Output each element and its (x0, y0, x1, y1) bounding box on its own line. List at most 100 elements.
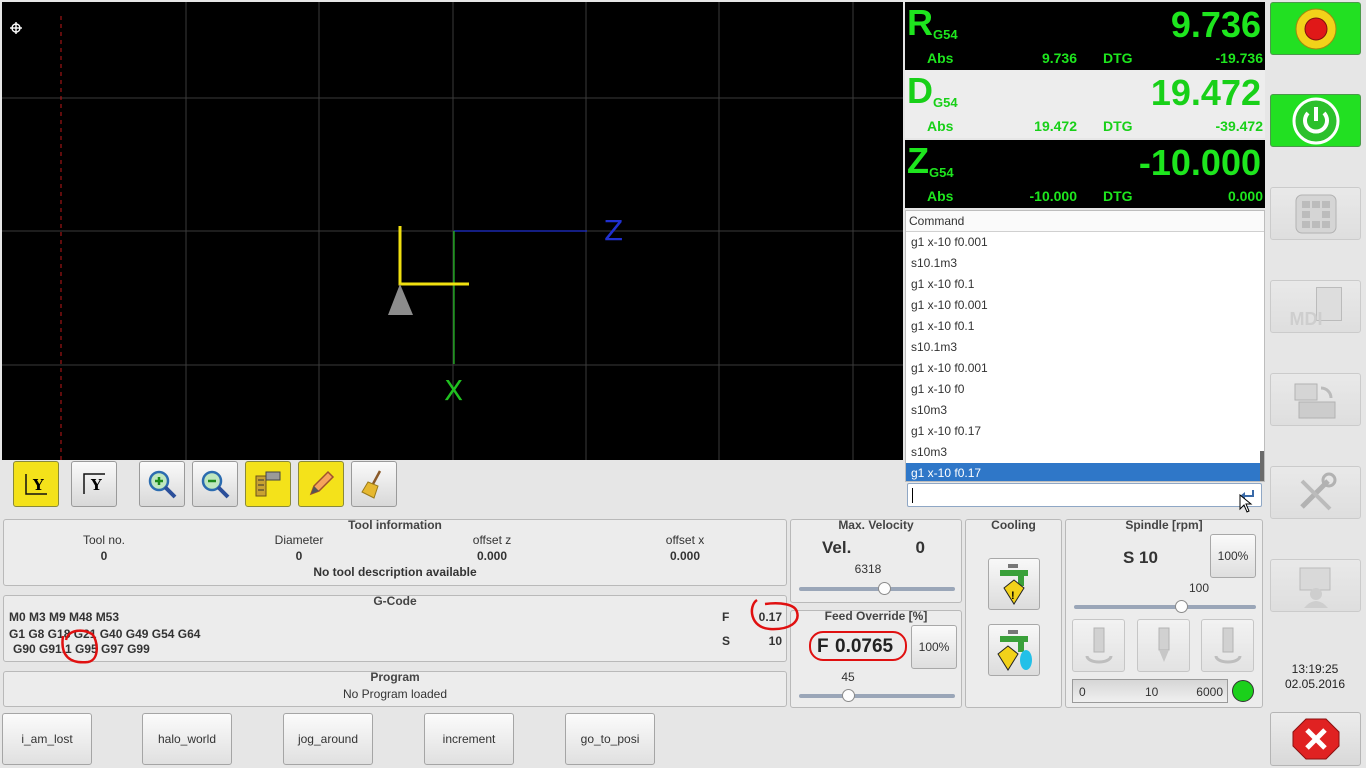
macro-button-4[interactable]: increment (424, 713, 514, 765)
vel-max-value: 6318 (854, 562, 882, 576)
user-button[interactable] (1270, 559, 1361, 612)
view-y-button[interactable]: Y (13, 461, 59, 507)
macro-button-5[interactable]: go_to_posi (565, 713, 655, 765)
draw-button[interactable] (298, 461, 344, 507)
zoom-out-button[interactable] (192, 461, 238, 507)
zoom-in-button[interactable] (139, 461, 185, 507)
history-scrollbar[interactable] (1260, 451, 1264, 481)
clear-plot-button[interactable] (351, 461, 397, 507)
history-item[interactable]: g1 x-10 f0.1 (906, 274, 1264, 295)
gcode-title: G-Code (373, 594, 417, 608)
spindle-panel: Spindle [rpm] S 10 100% 100 0 10 6000 (1065, 518, 1263, 708)
diameter-value: 0 (295, 549, 303, 563)
settings-button[interactable] (1270, 466, 1361, 519)
macro-button-1[interactable]: i_am_lost (2, 713, 92, 765)
spindle-stop-button[interactable] (1137, 619, 1190, 672)
svg-text:!: ! (1011, 590, 1015, 602)
gcode-line-2: G1 G8 G18 G21 G40 G49 G54 G64 (9, 627, 201, 641)
crosshair-icon (10, 22, 22, 34)
user-icon (1299, 567, 1330, 608)
history-list[interactable]: g1 x-10 f0.001 s10.1m3 g1 x-10 f0.1 g1 x-10… (906, 232, 1264, 481)
zoom-out-icon (201, 470, 230, 499)
tool-no-label: Tool no. (82, 533, 126, 547)
spindle-bar-max: 6000 (1196, 685, 1223, 699)
slider-knob[interactable] (842, 689, 855, 702)
power-on-icon (1292, 97, 1339, 144)
history-item[interactable]: g1 x-10 f0.17 (906, 463, 1264, 481)
spindle-ccw-button[interactable] (1072, 619, 1125, 672)
history-item[interactable]: s10m3 (906, 400, 1264, 421)
view-y-rotated-button[interactable]: Y (71, 461, 117, 507)
spindle-title: Spindle [rpm] (1125, 518, 1203, 532)
emergency-stop-button[interactable] (1270, 2, 1361, 55)
dro-axis-letter: DG54 (907, 70, 958, 111)
cooling-title: Cooling (991, 518, 1036, 532)
history-item[interactable]: g1 x-10 f0 (906, 379, 1264, 400)
auto-mode-button[interactable] (1270, 373, 1361, 426)
dro-r: RG54 9.736 Abs 9.736 DTG -19.736 (905, 2, 1265, 70)
coolant-mist-icon: ! (1000, 564, 1028, 605)
history-item[interactable]: g1 x-10 f0.001 (906, 358, 1264, 379)
app-window: Z X Y Y RG54 9.736 Abs 9.736 DTG -19.736… (0, 0, 1366, 768)
spindle-slider-value: 100 (1188, 581, 1210, 595)
dro-dtg-label: DTG (1103, 50, 1133, 66)
power-button[interactable] (1270, 94, 1361, 147)
max-velocity-title: Max. Velocity (838, 518, 914, 532)
gcode-line-1: M0 M3 M9 M48 M53 (9, 610, 120, 624)
dro-abs-value: -10.000 (1029, 188, 1077, 204)
history-item[interactable]: s10m3 (906, 442, 1264, 463)
history-item[interactable]: g1 x-10 f0.17 (906, 421, 1264, 442)
max-velocity-slider[interactable] (799, 582, 955, 595)
feed-f-value: 0.0765 (835, 636, 894, 657)
coolant-mist-button[interactable]: ! (988, 558, 1040, 610)
spindle-cw-button[interactable] (1201, 619, 1254, 672)
spindle-speed-bar: 0 10 6000 (1072, 679, 1228, 703)
spindle-override-slider[interactable] (1074, 600, 1256, 613)
zoom-in-icon (148, 470, 177, 499)
program-status: No Program loaded (342, 687, 448, 701)
jog-icon (1295, 194, 1336, 233)
offset-x-value: 0.000 (669, 549, 701, 563)
dro-value: 19.472 (1150, 72, 1261, 113)
gcode-s-value: 10 (768, 634, 782, 648)
slider-knob[interactable] (1175, 600, 1188, 613)
history-item[interactable]: s10.1m3 (906, 337, 1264, 358)
cooling-panel: Cooling ! (965, 518, 1062, 708)
slider-knob[interactable] (878, 582, 891, 595)
history-item[interactable]: s10.1m3 (906, 253, 1264, 274)
tool-info-title: Tool information (348, 518, 442, 532)
macro-button-3[interactable]: jog_around (283, 713, 373, 765)
text-caret (912, 488, 913, 503)
auto-program-icon (1294, 383, 1335, 418)
clock-date: 02.05.2016 (1284, 677, 1346, 691)
backplot-viewport[interactable]: Z X (2, 2, 903, 460)
history-item[interactable]: g1 x-10 f0.1 (906, 316, 1264, 337)
gcode-line-3: G90 G91.1 G95 G97 G99 (13, 642, 150, 656)
coolant-flood-icon (997, 630, 1032, 671)
macro-button-2[interactable]: halo_world (142, 713, 232, 765)
close-app-icon (1292, 718, 1339, 760)
jog-mode-button[interactable] (1270, 187, 1361, 240)
measure-button[interactable] (245, 461, 291, 507)
history-item[interactable]: g1 x-10 f0.001 (906, 295, 1264, 316)
mdi-mode-button[interactable]: MDI (1270, 280, 1361, 333)
mdi-command-input[interactable] (907, 483, 1262, 513)
coolant-flood-button[interactable] (988, 624, 1040, 676)
feed-override-slider[interactable] (799, 689, 955, 702)
clock: 13:19:25 02.05.2016 (1272, 662, 1358, 692)
spindle-ccw-icon (1085, 627, 1112, 663)
feed-f-label: F (817, 636, 829, 657)
vel-value: 0 (915, 538, 925, 557)
tool-info-panel: Tool information Tool no. 0 Diameter 0 o… (3, 518, 787, 586)
close-app-button[interactable] (1270, 712, 1361, 766)
history-item[interactable]: g1 x-10 f0.001 (906, 232, 1264, 253)
feed-reset-button[interactable]: 100% (911, 625, 957, 669)
spindle-bar-min: 0 (1079, 685, 1086, 699)
vel-label: Vel. (822, 538, 852, 557)
mouse-cursor-icon (1239, 494, 1253, 513)
dro-abs-label: Abs (927, 118, 954, 134)
dro-value: -10.000 (1138, 142, 1261, 183)
spindle-cw-icon (1214, 627, 1241, 663)
spindle-reset-button[interactable]: 100% (1210, 534, 1256, 578)
command-history[interactable]: Command g1 x-10 f0.001 s10.1m3 g1 x-10 f0.… (905, 210, 1265, 482)
